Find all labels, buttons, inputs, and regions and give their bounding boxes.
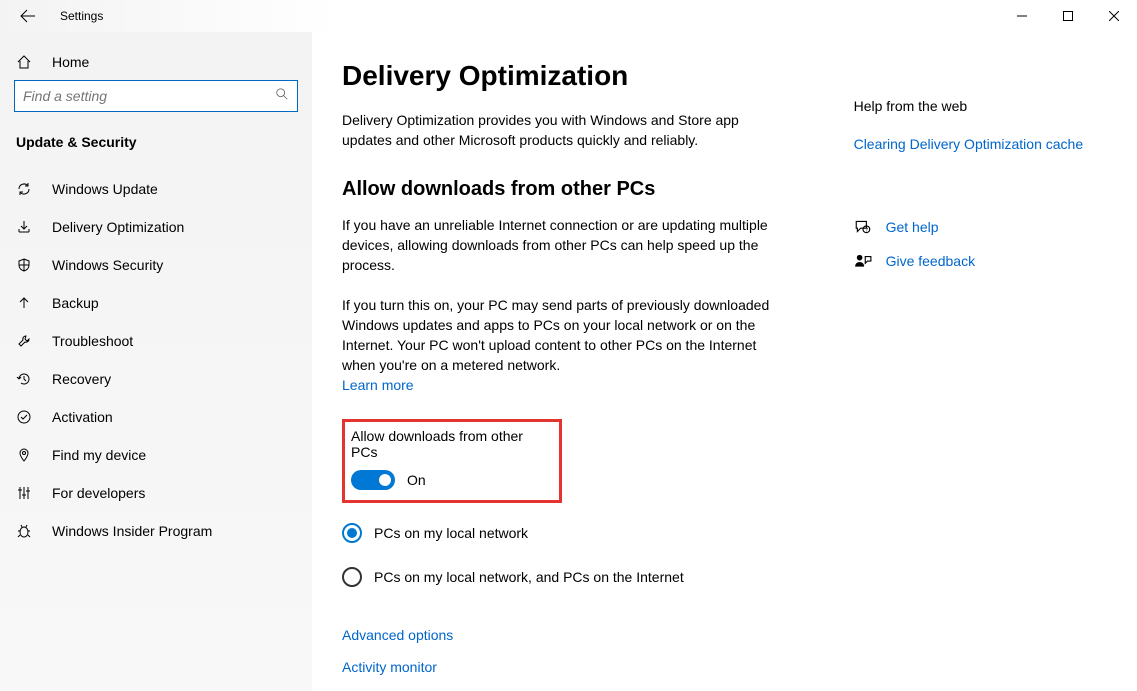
sidebar-item-backup[interactable]: Backup bbox=[0, 284, 312, 322]
advanced-options-link[interactable]: Advanced options bbox=[342, 627, 794, 643]
sidebar-item-find-my-device[interactable]: Find my device bbox=[0, 436, 312, 474]
minimize-icon bbox=[1017, 11, 1027, 21]
give-feedback-item[interactable]: Give feedback bbox=[854, 252, 1117, 270]
close-button[interactable] bbox=[1091, 0, 1137, 32]
get-help-item[interactable]: ? Get help bbox=[854, 218, 1117, 236]
sidebar-item-windows-update[interactable]: Windows Update bbox=[0, 170, 312, 208]
radio-option-internet[interactable]: PCs on my local network, and PCs on the … bbox=[342, 567, 794, 587]
clear-cache-link[interactable]: Clearing Delivery Optimization cache bbox=[854, 136, 1117, 152]
wrench-icon bbox=[16, 333, 32, 349]
sliders-icon bbox=[16, 485, 32, 501]
sidebar-item-label: Windows Insider Program bbox=[52, 523, 212, 539]
sidebar-item-label: Backup bbox=[52, 295, 99, 311]
radio-icon bbox=[342, 567, 362, 587]
toggle-state: On bbox=[407, 472, 426, 488]
sidebar-item-troubleshoot[interactable]: Troubleshoot bbox=[0, 322, 312, 360]
radio-label: PCs on my local network bbox=[374, 525, 528, 541]
right-panel: Help from the web Clearing Delivery Opti… bbox=[854, 60, 1117, 691]
close-icon bbox=[1109, 11, 1119, 21]
sidebar-item-delivery-optimization[interactable]: Delivery Optimization bbox=[0, 208, 312, 246]
sidebar-item-windows-insider[interactable]: Windows Insider Program bbox=[0, 512, 312, 550]
sidebar-home-label: Home bbox=[52, 54, 89, 70]
body-para-1: If you have an unreliable Internet conne… bbox=[342, 215, 772, 275]
back-button[interactable] bbox=[8, 0, 48, 32]
radio-icon bbox=[342, 523, 362, 543]
feedback-icon bbox=[854, 252, 872, 270]
give-feedback-link: Give feedback bbox=[886, 253, 976, 269]
search-input[interactable] bbox=[23, 88, 275, 104]
allow-downloads-toggle[interactable] bbox=[351, 470, 395, 490]
learn-more-link[interactable]: Learn more bbox=[342, 377, 414, 393]
radio-option-local[interactable]: PCs on my local network bbox=[342, 523, 794, 543]
toggle-knob bbox=[379, 474, 391, 486]
activity-monitor-link[interactable]: Activity monitor bbox=[342, 659, 794, 675]
sidebar-item-label: Windows Update bbox=[52, 181, 158, 197]
intro-text: Delivery Optimization provides you with … bbox=[342, 110, 772, 150]
sidebar-item-activation[interactable]: Activation bbox=[0, 398, 312, 436]
sidebar-item-label: Activation bbox=[52, 409, 113, 425]
arrow-up-icon bbox=[16, 295, 32, 311]
location-icon bbox=[16, 447, 32, 463]
sidebar-item-label: Windows Security bbox=[52, 257, 163, 273]
sidebar-item-recovery[interactable]: Recovery bbox=[0, 360, 312, 398]
toggle-label: Allow downloads from other PCs bbox=[345, 428, 549, 460]
check-circle-icon bbox=[16, 409, 32, 425]
window-title: Settings bbox=[60, 9, 103, 23]
search-box[interactable] bbox=[14, 80, 298, 112]
sidebar-home[interactable]: Home bbox=[0, 44, 312, 80]
sidebar-item-windows-security[interactable]: Windows Security bbox=[0, 246, 312, 284]
sidebar-item-label: Troubleshoot bbox=[52, 333, 133, 349]
maximize-button[interactable] bbox=[1045, 0, 1091, 32]
minimize-button[interactable] bbox=[999, 0, 1045, 32]
help-header: Help from the web bbox=[854, 98, 1117, 114]
home-icon bbox=[16, 54, 32, 70]
radio-label: PCs on my local network, and PCs on the … bbox=[374, 569, 684, 585]
main-content: Delivery Optimization Delivery Optimizat… bbox=[342, 60, 794, 691]
search-icon bbox=[275, 87, 289, 106]
title-bar: Settings bbox=[0, 0, 1137, 32]
nav-list: Windows Update Delivery Optimization Win… bbox=[0, 170, 312, 550]
sidebar-item-label: Recovery bbox=[52, 371, 111, 387]
sidebar: Home Update & Security Windows Update De… bbox=[0, 32, 312, 691]
page-title: Delivery Optimization bbox=[342, 60, 794, 92]
bug-icon bbox=[16, 523, 32, 539]
help-chat-icon: ? bbox=[854, 218, 872, 236]
sidebar-category: Update & Security bbox=[0, 134, 312, 170]
sidebar-item-for-developers[interactable]: For developers bbox=[0, 474, 312, 512]
clock-back-icon bbox=[16, 371, 32, 387]
shield-icon bbox=[16, 257, 32, 273]
arrow-left-icon bbox=[20, 8, 36, 24]
sidebar-item-label: Find my device bbox=[52, 447, 146, 463]
refresh-icon bbox=[16, 181, 32, 197]
body-para-2: If you turn this on, your PC may send pa… bbox=[342, 295, 772, 375]
highlight-annotation: Allow downloads from other PCs On bbox=[342, 419, 562, 503]
download-icon bbox=[16, 219, 32, 235]
get-help-link: Get help bbox=[886, 219, 939, 235]
section-title: Allow downloads from other PCs bbox=[342, 178, 794, 201]
svg-text:?: ? bbox=[864, 228, 867, 234]
maximize-icon bbox=[1063, 11, 1073, 21]
sidebar-item-label: For developers bbox=[52, 485, 145, 501]
window-controls bbox=[999, 0, 1137, 32]
sidebar-item-label: Delivery Optimization bbox=[52, 219, 184, 235]
